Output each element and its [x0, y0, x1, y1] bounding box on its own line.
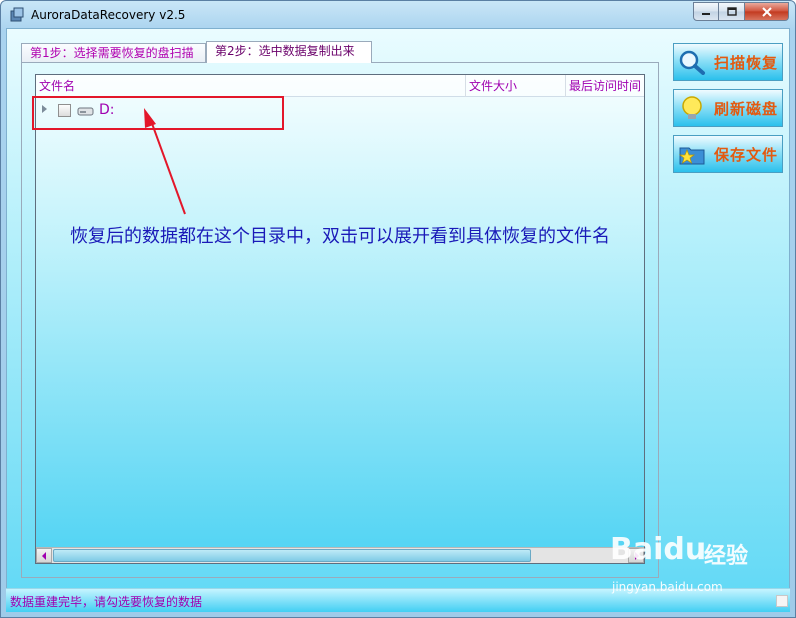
scroll-left-button[interactable] [36, 548, 52, 563]
scroll-thumb[interactable] [53, 549, 531, 562]
column-header: 文件名 文件大小 最后访问时间 [36, 75, 644, 97]
minimize-button[interactable] [693, 2, 719, 21]
arrow-right-icon [635, 552, 639, 560]
lightbulb-icon [682, 96, 702, 119]
scan-recover-label: 扫描恢复 [714, 53, 779, 72]
annotation-arrow-icon [144, 108, 186, 215]
close-button[interactable] [745, 2, 789, 21]
column-filename[interactable]: 文件名 [36, 75, 466, 97]
minimize-icon [702, 12, 710, 15]
close-icon [761, 6, 772, 17]
horizontal-scrollbar[interactable] [36, 547, 644, 563]
save-files-label: 保存文件 [714, 145, 779, 164]
status-bar: 数据重建完毕，请勾选要恢复的数据 [6, 588, 790, 612]
app-icon [10, 7, 24, 22]
maximize-button[interactable] [719, 2, 745, 21]
status-text: 数据重建完毕，请勾选要恢复的数据 [10, 595, 203, 609]
tab-step1-scan[interactable]: 第1步：选择需要恢复的盘扫描 [21, 43, 206, 63]
tab-panel: 文件名 文件大小 最后访问时间 D: [21, 62, 659, 578]
annotation-callout-text: 恢复后的数据都在这个目录中，双击可以展开看到具体恢复的文件名 [70, 226, 610, 247]
column-filesize[interactable]: 文件大小 [466, 75, 566, 97]
column-last-access[interactable]: 最后访问时间 [566, 75, 644, 97]
scan-recover-button[interactable]: 扫描恢复 [673, 43, 783, 81]
maximize-icon [726, 7, 737, 16]
refresh-disk-label: 刷新磁盘 [714, 99, 779, 118]
save-files-button[interactable]: 保存文件 [673, 135, 783, 173]
resize-grip-icon[interactable] [776, 595, 788, 607]
arrow-left-icon [42, 552, 46, 560]
magnifier-icon [679, 50, 705, 75]
title-bar[interactable]: AuroraDataRecovery v2.5 [1, 1, 795, 29]
folder-star-icon [678, 147, 705, 165]
refresh-disk-button[interactable]: 刷新磁盘 [673, 89, 783, 127]
file-tree[interactable]: 文件名 文件大小 最后访问时间 D: [35, 74, 645, 564]
window-controls [693, 2, 789, 21]
scroll-right-button[interactable] [628, 548, 644, 563]
tab-step2-copy[interactable]: 第2步：选中数据复制出来 [206, 41, 372, 63]
window-title: AuroraDataRecovery v2.5 [31, 8, 186, 22]
